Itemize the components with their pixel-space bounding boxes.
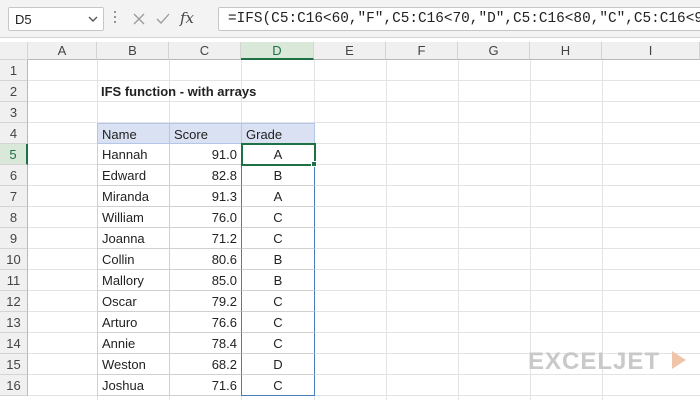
spreadsheet-grid: A B C D E F G H I 1 2 3 4 5 6 7 8 9 10 1… (0, 42, 700, 400)
cell-score[interactable]: 68.2 (169, 354, 242, 375)
cell-score[interactable]: 82.8 (169, 165, 242, 186)
cancel-icon[interactable] (130, 10, 148, 28)
row-header-3[interactable]: 3 (0, 102, 28, 123)
column-header-c[interactable]: C (169, 42, 241, 60)
name-box[interactable]: D5 (8, 7, 104, 31)
column-header-g[interactable]: G (458, 42, 530, 60)
cell-grade[interactable]: B (241, 165, 315, 186)
cell-name[interactable]: Hannah (97, 144, 170, 165)
cell-grade[interactable]: C (241, 312, 315, 333)
gridline (458, 60, 459, 400)
sheet-title[interactable]: IFS function - with arrays (101, 81, 361, 102)
cell-name[interactable]: Joshua (97, 375, 170, 396)
cell-score[interactable]: 80.6 (169, 249, 242, 270)
row-header-1[interactable]: 1 (0, 60, 28, 81)
cell-name[interactable]: Edward (97, 165, 170, 186)
drag-handle-icon[interactable] (112, 8, 118, 30)
cell-name[interactable]: Joanna (97, 228, 170, 249)
chevron-down-icon[interactable] (87, 13, 99, 25)
row-header-13[interactable]: 13 (0, 312, 28, 333)
exceljet-logo: EXCELJET (528, 348, 688, 375)
fill-handle[interactable] (311, 161, 317, 167)
logo-text: EXCELJET (528, 348, 661, 375)
row-header-2[interactable]: 2 (0, 81, 28, 102)
cell-grade[interactable]: C (241, 291, 315, 312)
row-header-16[interactable]: 16 (0, 375, 28, 396)
select-all-corner[interactable] (0, 42, 28, 60)
cell-score[interactable]: 76.0 (169, 207, 242, 228)
cell-name[interactable]: Arturo (97, 312, 170, 333)
column-header-h[interactable]: H (530, 42, 602, 60)
formula-input[interactable]: =IFS(C5:C16<60,"F",C5:C16<70,"D",C5:C16<… (218, 7, 700, 31)
cell-grade[interactable]: C (241, 207, 315, 228)
cell-name[interactable]: Weston (97, 354, 170, 375)
logo-chevron-icon (672, 351, 686, 369)
row-header-4[interactable]: 4 (0, 123, 28, 144)
cell-name[interactable]: Collin (97, 249, 170, 270)
enter-check-icon[interactable] (154, 10, 172, 28)
cell-score[interactable]: 76.6 (169, 312, 242, 333)
cell-score[interactable]: 71.6 (169, 375, 242, 396)
cell-score[interactable]: 91.3 (169, 186, 242, 207)
cell-score[interactable]: 85.0 (169, 270, 242, 291)
cell-grade[interactable]: C (241, 333, 315, 354)
row-header-12[interactable]: 12 (0, 291, 28, 312)
cell-grade[interactable]: C (241, 228, 315, 249)
cell-score[interactable]: 78.4 (169, 333, 242, 354)
gridline (386, 60, 387, 400)
column-header-b[interactable]: B (97, 42, 169, 60)
formula-text: =IFS(C5:C16<60,"F",C5:C16<70,"D",C5:C16<… (228, 11, 700, 27)
cell-grade[interactable]: A (241, 186, 315, 207)
cell-name[interactable]: William (97, 207, 170, 228)
column-header-e[interactable]: E (314, 42, 386, 60)
row-header-6[interactable]: 6 (0, 165, 28, 186)
cell-grade[interactable]: D (241, 354, 315, 375)
cell-grade[interactable]: B (241, 249, 315, 270)
formula-bar: D5 fx =IFS(C5:C16<60,"F",C5:C16<70,"D",C… (0, 0, 700, 38)
cell-grade[interactable]: C (241, 375, 315, 396)
cell-name[interactable]: Mallory (97, 270, 170, 291)
column-header-f[interactable]: F (386, 42, 458, 60)
header-grade[interactable]: Grade (241, 123, 315, 144)
row-header-7[interactable]: 7 (0, 186, 28, 207)
cell-grade[interactable]: B (241, 270, 315, 291)
header-score[interactable]: Score (169, 123, 242, 144)
cell-name[interactable]: Oscar (97, 291, 170, 312)
cell-score[interactable]: 91.0 (169, 144, 242, 165)
column-header-a[interactable]: A (28, 42, 97, 60)
cell-name[interactable]: Miranda (97, 186, 170, 207)
row-header-5[interactable]: 5 (0, 144, 28, 165)
cell-score[interactable]: 71.2 (169, 228, 242, 249)
cell-score[interactable]: 79.2 (169, 291, 242, 312)
header-name[interactable]: Name (97, 123, 170, 144)
row-header-9[interactable]: 9 (0, 228, 28, 249)
column-header-i[interactable]: I (602, 42, 700, 60)
active-cell-selection (241, 143, 316, 166)
row-header-10[interactable]: 10 (0, 249, 28, 270)
cell-name[interactable]: Annie (97, 333, 170, 354)
row-header-11[interactable]: 11 (0, 270, 28, 291)
name-box-value: D5 (15, 12, 32, 27)
row-header-15[interactable]: 15 (0, 354, 28, 375)
insert-function-icon[interactable]: fx (180, 9, 204, 27)
column-header-d[interactable]: D (241, 42, 314, 60)
row-header-8[interactable]: 8 (0, 207, 28, 228)
row-header-14[interactable]: 14 (0, 333, 28, 354)
